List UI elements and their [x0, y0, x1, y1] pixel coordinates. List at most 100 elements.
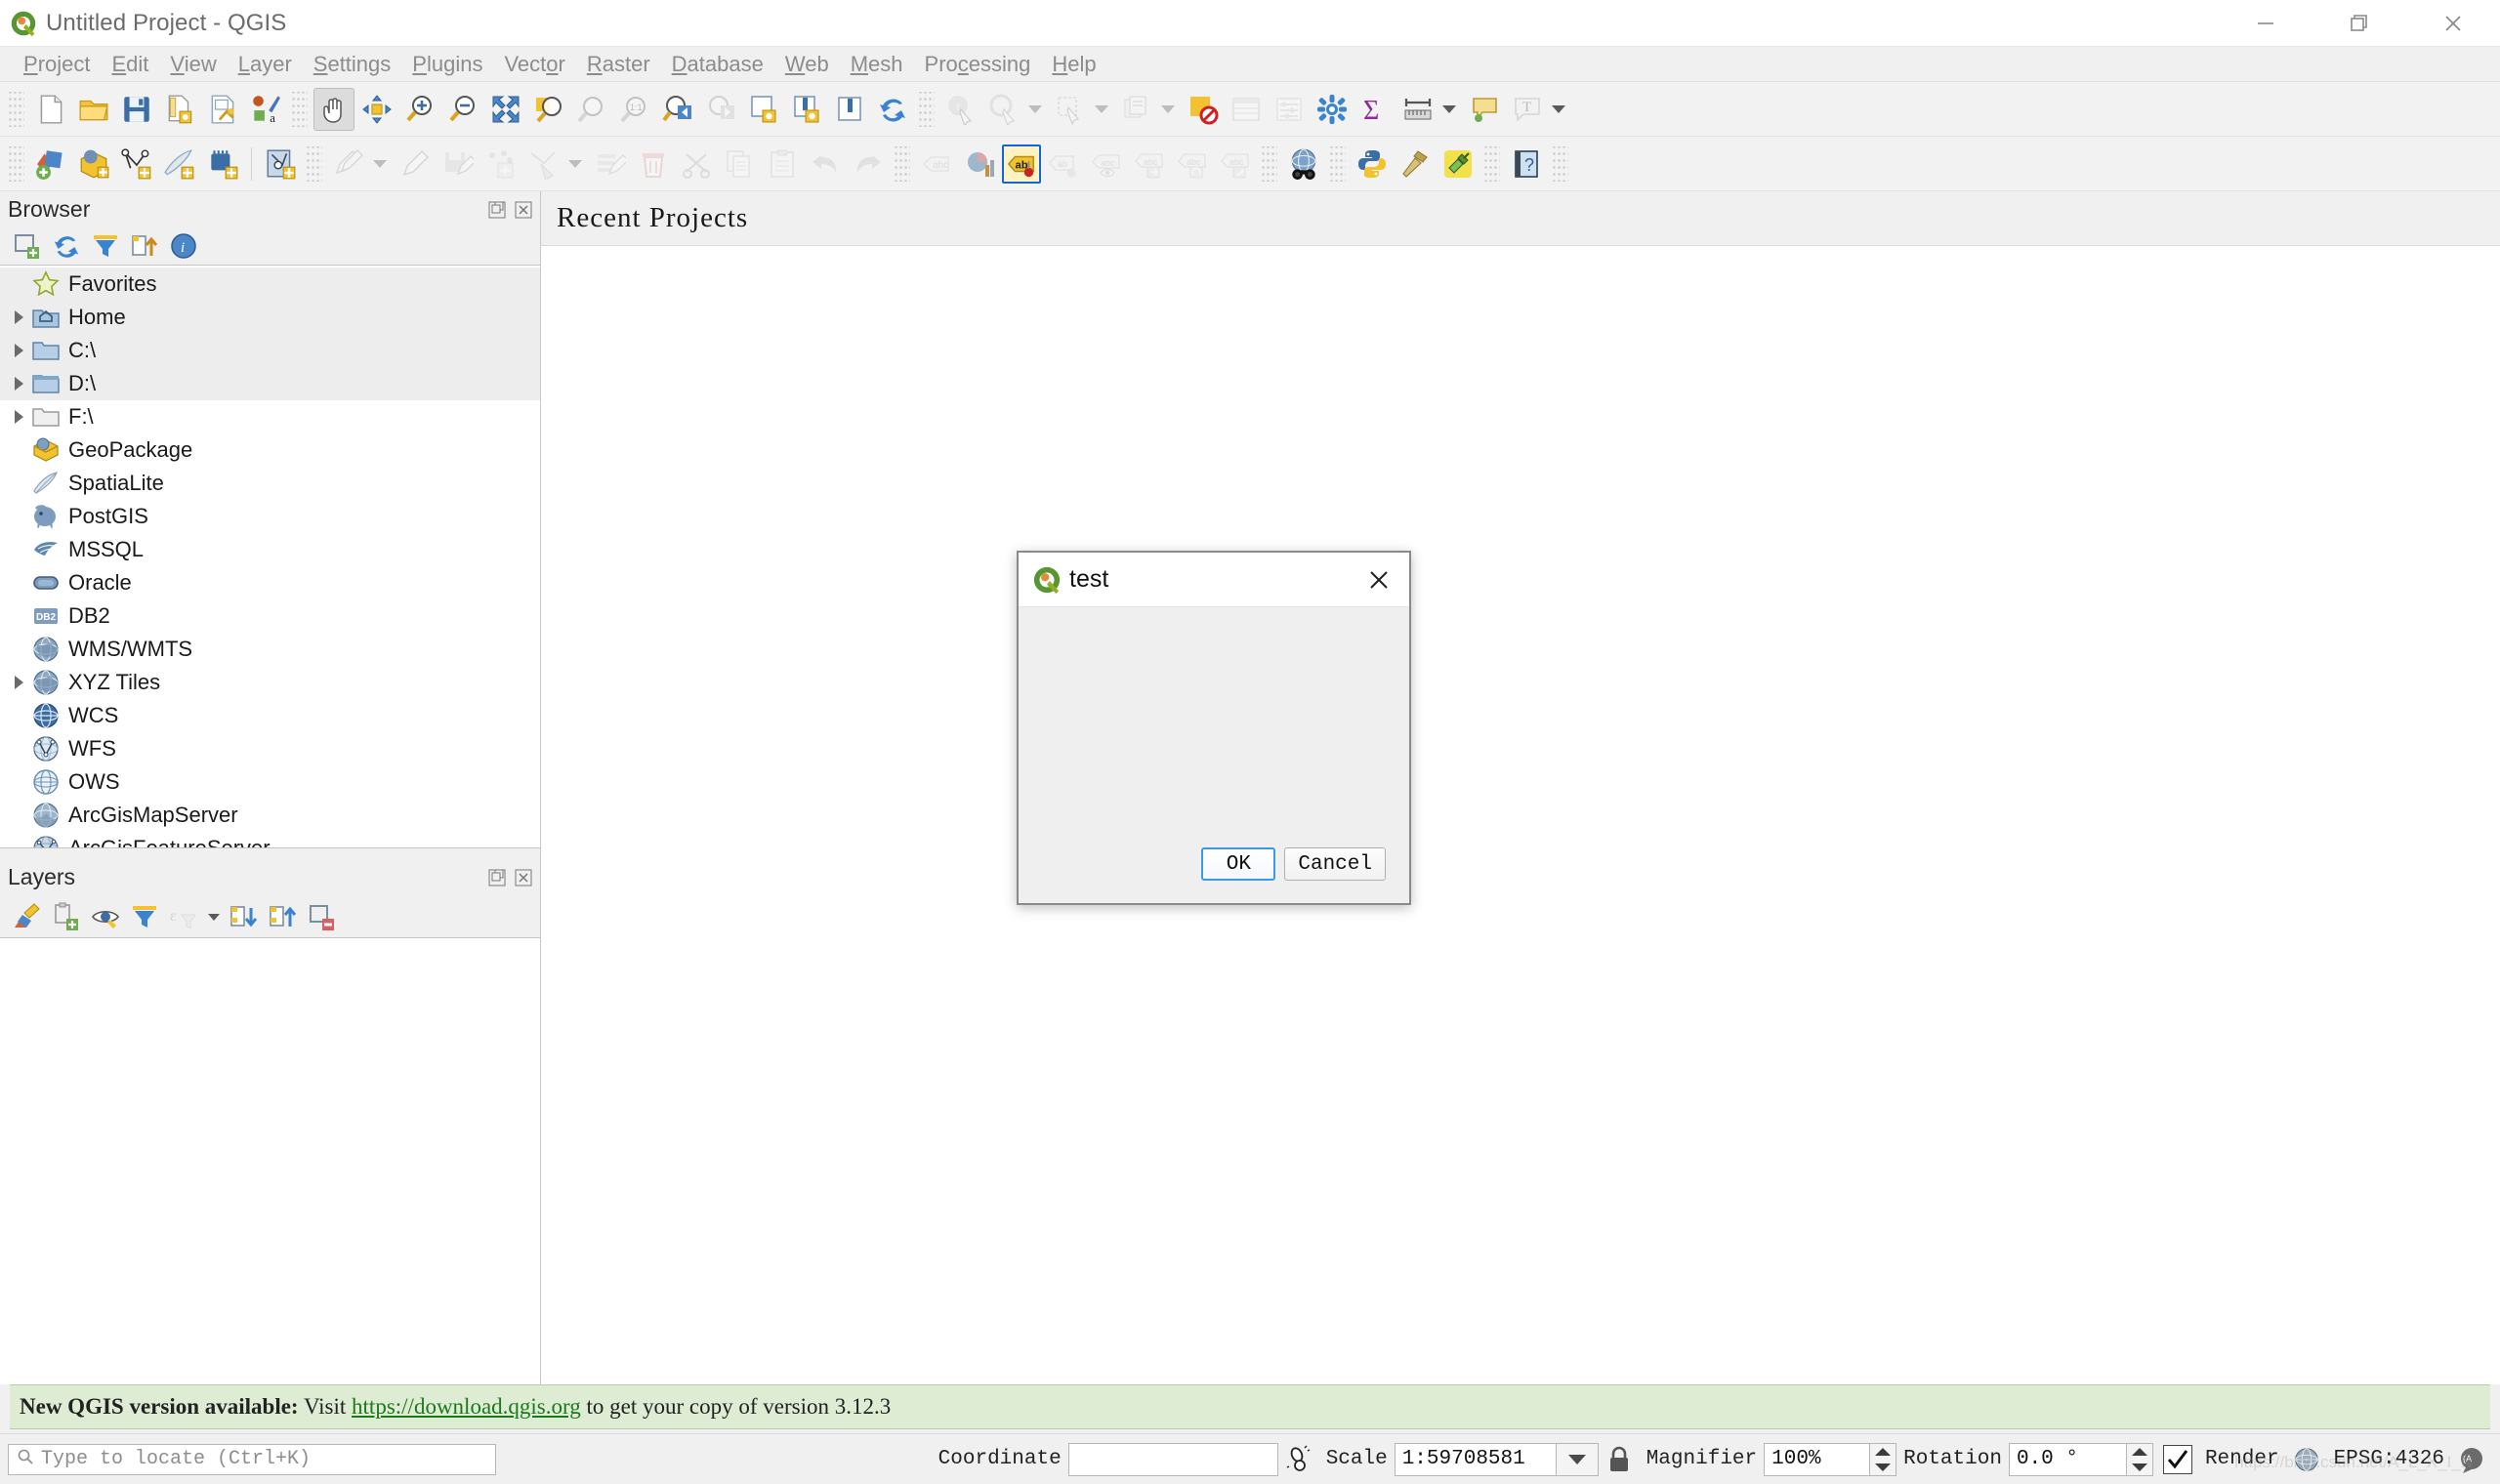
close-panel-icon[interactable] [514, 867, 533, 886]
locate-bar[interactable]: Type to locate (Ctrl+K) [8, 1443, 496, 1475]
map-view-icon[interactable] [829, 88, 870, 131]
messages-icon[interactable]: (A [2455, 1443, 2488, 1476]
save-project-as-icon[interactable] [159, 88, 200, 131]
map-tips-icon[interactable] [1464, 88, 1505, 131]
toolbar-grip[interactable] [1262, 145, 1277, 182]
chevron-down-icon[interactable] [1025, 88, 1045, 131]
refresh-icon[interactable] [872, 88, 913, 131]
pan-map-icon[interactable] [313, 87, 354, 131]
expand-arrow-icon[interactable] [6, 301, 31, 334]
float-panel-icon[interactable] [487, 867, 507, 886]
filter-browser-icon[interactable] [88, 228, 123, 264]
rotation-stepper[interactable] [2125, 1442, 2153, 1476]
minimize-icon[interactable] [2219, 0, 2312, 47]
browser-item-d[interactable]: D:\ [0, 367, 540, 401]
collapse-all-icon[interactable] [266, 899, 301, 934]
zoom-in-icon[interactable] [399, 88, 440, 131]
float-panel-icon[interactable] [487, 199, 507, 219]
coordinate-input[interactable] [1067, 1442, 1278, 1476]
layer-styling-icon[interactable] [959, 143, 1000, 186]
menu-web[interactable]: Web [774, 47, 840, 82]
zoom-out-icon[interactable] [442, 88, 483, 131]
browser-item-wcs[interactable]: WCS [0, 699, 540, 732]
chevron-down-icon[interactable] [565, 143, 585, 186]
help-contents-icon[interactable]: ? [1506, 143, 1547, 186]
scale-dropdown-icon[interactable] [1555, 1442, 1599, 1476]
toolbar-grip[interactable] [1330, 145, 1346, 182]
menu-view[interactable]: View [159, 47, 227, 82]
chevron-down-icon[interactable] [1549, 88, 1568, 131]
menu-vector[interactable]: Vector [493, 47, 575, 82]
zoom-selection-icon[interactable] [528, 88, 569, 131]
plugin-builder-icon[interactable] [1395, 143, 1436, 186]
browser-item-xyztiles[interactable]: XYZ Tiles [0, 666, 540, 699]
save-project-icon[interactable] [116, 88, 157, 131]
browser-tree[interactable]: Favorites Home C:\ D:\ F:\ GeoPackage SpatiaLi… [0, 265, 540, 848]
zoom-last-icon[interactable] [657, 88, 698, 131]
chevron-down-icon[interactable] [1092, 88, 1111, 131]
new-map-view-icon[interactable] [743, 88, 784, 131]
browser-item-favorites[interactable]: Favorites [0, 268, 540, 302]
close-icon[interactable] [1349, 553, 1409, 607]
add-delimited-text-icon[interactable] [159, 143, 200, 186]
crs-globe-icon[interactable] [2290, 1443, 2323, 1476]
toolbar-grip[interactable] [919, 91, 935, 127]
remove-layer-icon[interactable] [305, 899, 340, 934]
add-vector-layer-icon[interactable] [30, 143, 71, 186]
toolbar-grip[interactable] [292, 91, 308, 127]
browser-item-geopackage[interactable]: GeoPackage [0, 433, 540, 467]
restore-icon[interactable] [2312, 0, 2406, 47]
collapse-all-icon[interactable] [127, 228, 162, 264]
menu-plugins[interactable]: Plugins [401, 47, 493, 82]
rotation-input[interactable]: 0.0 ° [2008, 1442, 2126, 1476]
new-shapefile-layer-icon[interactable] [260, 143, 301, 186]
browser-item-db2[interactable]: DB2 DB2 [0, 599, 540, 633]
menu-database[interactable]: Database [661, 47, 774, 82]
chevron-down-icon[interactable] [205, 899, 223, 934]
menu-project[interactable]: Project [13, 47, 101, 82]
toolbar-grip[interactable] [9, 145, 24, 182]
scale-input[interactable]: 1:59708581 [1394, 1442, 1556, 1476]
metasearch-icon[interactable] [1283, 143, 1324, 186]
close-icon[interactable] [2406, 0, 2500, 47]
menu-help[interactable]: Help [1041, 47, 1106, 82]
browser-item-arcgisfeatureserver[interactable]: ArcGisFeatureServer [0, 832, 540, 847]
browser-item-arcgismapserver[interactable]: ArcGisMapServer [0, 799, 540, 832]
magnifier-stepper[interactable] [1869, 1442, 1897, 1476]
browser-item-wfs[interactable]: WFS [0, 732, 540, 765]
filter-legend-icon[interactable] [127, 899, 162, 934]
style-manager-icon[interactable]: a [245, 88, 286, 131]
lock-scale-icon[interactable] [1603, 1443, 1636, 1476]
new-print-layout-icon[interactable] [202, 88, 243, 131]
add-selected-layers-icon[interactable] [10, 228, 45, 264]
manage-plugins-icon[interactable] [1438, 143, 1479, 186]
deselect-features-icon[interactable] [1183, 88, 1224, 131]
menu-settings[interactable]: Settings [303, 47, 402, 82]
crs-label[interactable]: EPSG:4326 [2334, 1448, 2444, 1470]
menu-layer[interactable]: Layer [228, 47, 303, 82]
dock-splitter[interactable] [0, 847, 540, 857]
add-geopackage-layer-icon[interactable] [73, 143, 114, 186]
pan-to-selection-icon[interactable] [356, 88, 397, 131]
layers-tree[interactable] [0, 937, 540, 1384]
add-postgis-layer-icon[interactable] [202, 143, 243, 186]
browser-item-ows[interactable]: OWS [0, 765, 540, 799]
expand-arrow-icon[interactable] [6, 367, 31, 400]
browser-item-c[interactable]: C:\ [0, 334, 540, 368]
add-spatialite-layer-icon[interactable] [116, 143, 157, 186]
browser-item-postgis[interactable]: PostGIS [0, 500, 540, 533]
expand-arrow-icon[interactable] [6, 400, 31, 433]
menu-raster[interactable]: Raster [576, 47, 661, 82]
add-group-icon[interactable] [49, 899, 84, 934]
manage-visibility-icon[interactable] [88, 899, 123, 934]
menu-edit[interactable]: Edit [101, 47, 159, 82]
toolbar-grip[interactable] [1553, 145, 1568, 182]
render-checkbox[interactable] [2162, 1444, 2192, 1474]
browser-item-mssql[interactable]: MSSQL [0, 533, 540, 566]
browser-item-home[interactable]: Home [0, 301, 540, 335]
browser-item-spatialite[interactable]: SpatiaLite [0, 467, 540, 500]
chevron-down-icon[interactable] [370, 143, 390, 186]
new-project-icon[interactable] [30, 88, 71, 131]
browser-item-wmswmts[interactable]: WMS/WMTS [0, 633, 540, 666]
close-panel-icon[interactable] [514, 199, 533, 219]
